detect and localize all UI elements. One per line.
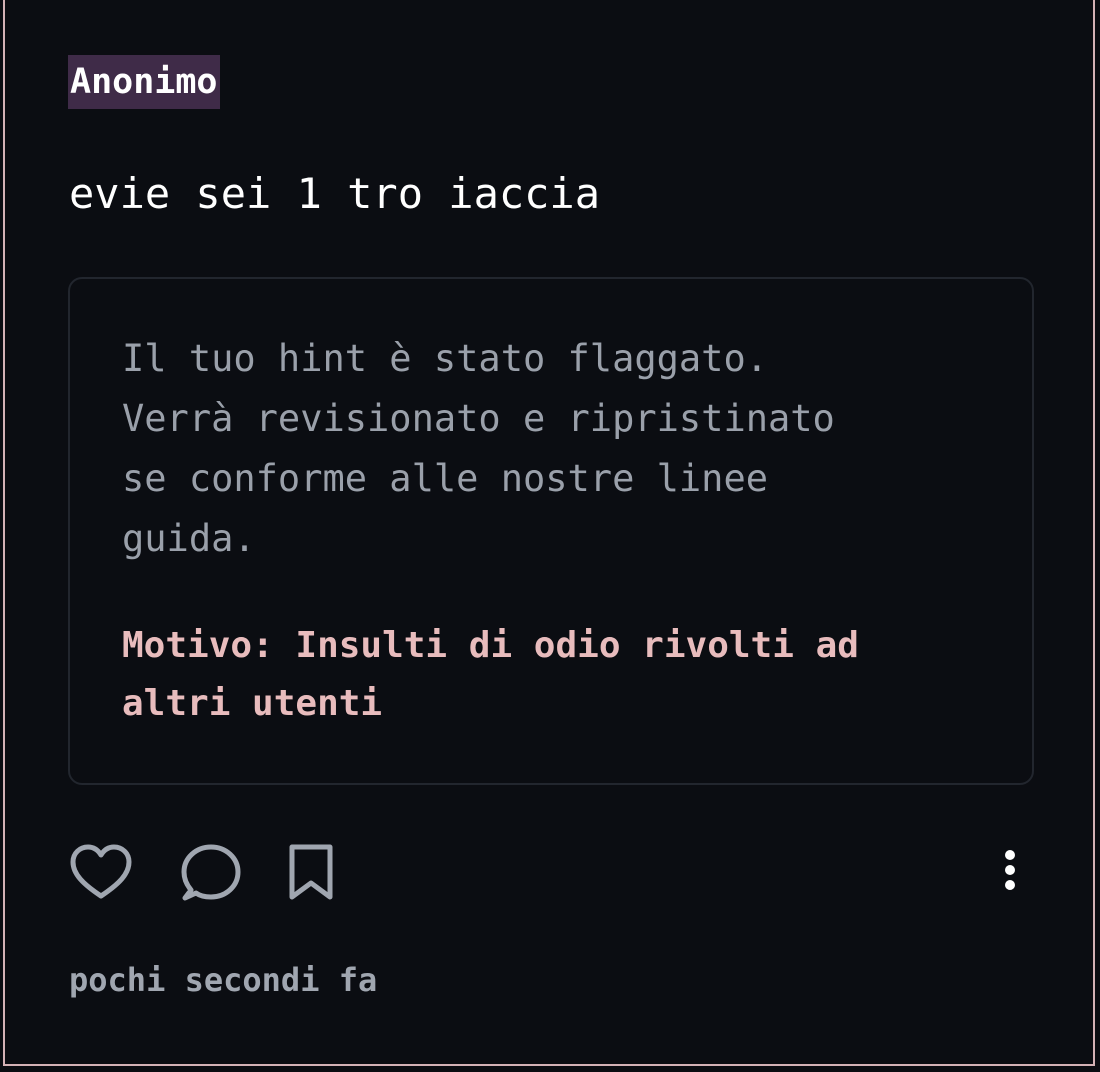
like-button[interactable] — [69, 842, 133, 904]
vertical-ellipsis-icon — [1005, 850, 1015, 890]
speech-bubble-icon — [181, 844, 241, 901]
post-message: evie sei 1 tro iaccia — [69, 169, 601, 218]
more-options-button[interactable] — [990, 842, 1030, 904]
moderation-notice: Il tuo hint è stato flaggato. Verrà revi… — [68, 277, 1034, 785]
moderation-notice-text: Il tuo hint è stato flaggato. Verrà revi… — [122, 337, 835, 560]
save-button[interactable] — [283, 842, 339, 904]
author-name[interactable]: Anonimo — [68, 55, 220, 109]
moderation-reason: Motivo: Insulti di odio rivolti ad altri… — [122, 625, 859, 724]
heart-icon — [70, 844, 132, 899]
bookmark-icon — [289, 844, 333, 900]
post-timestamp: pochi secondi fa — [69, 961, 378, 999]
post-card: Anonimo evie sei 1 tro iaccia Il tuo hin… — [3, 0, 1095, 1066]
comment-button[interactable] — [179, 842, 243, 904]
